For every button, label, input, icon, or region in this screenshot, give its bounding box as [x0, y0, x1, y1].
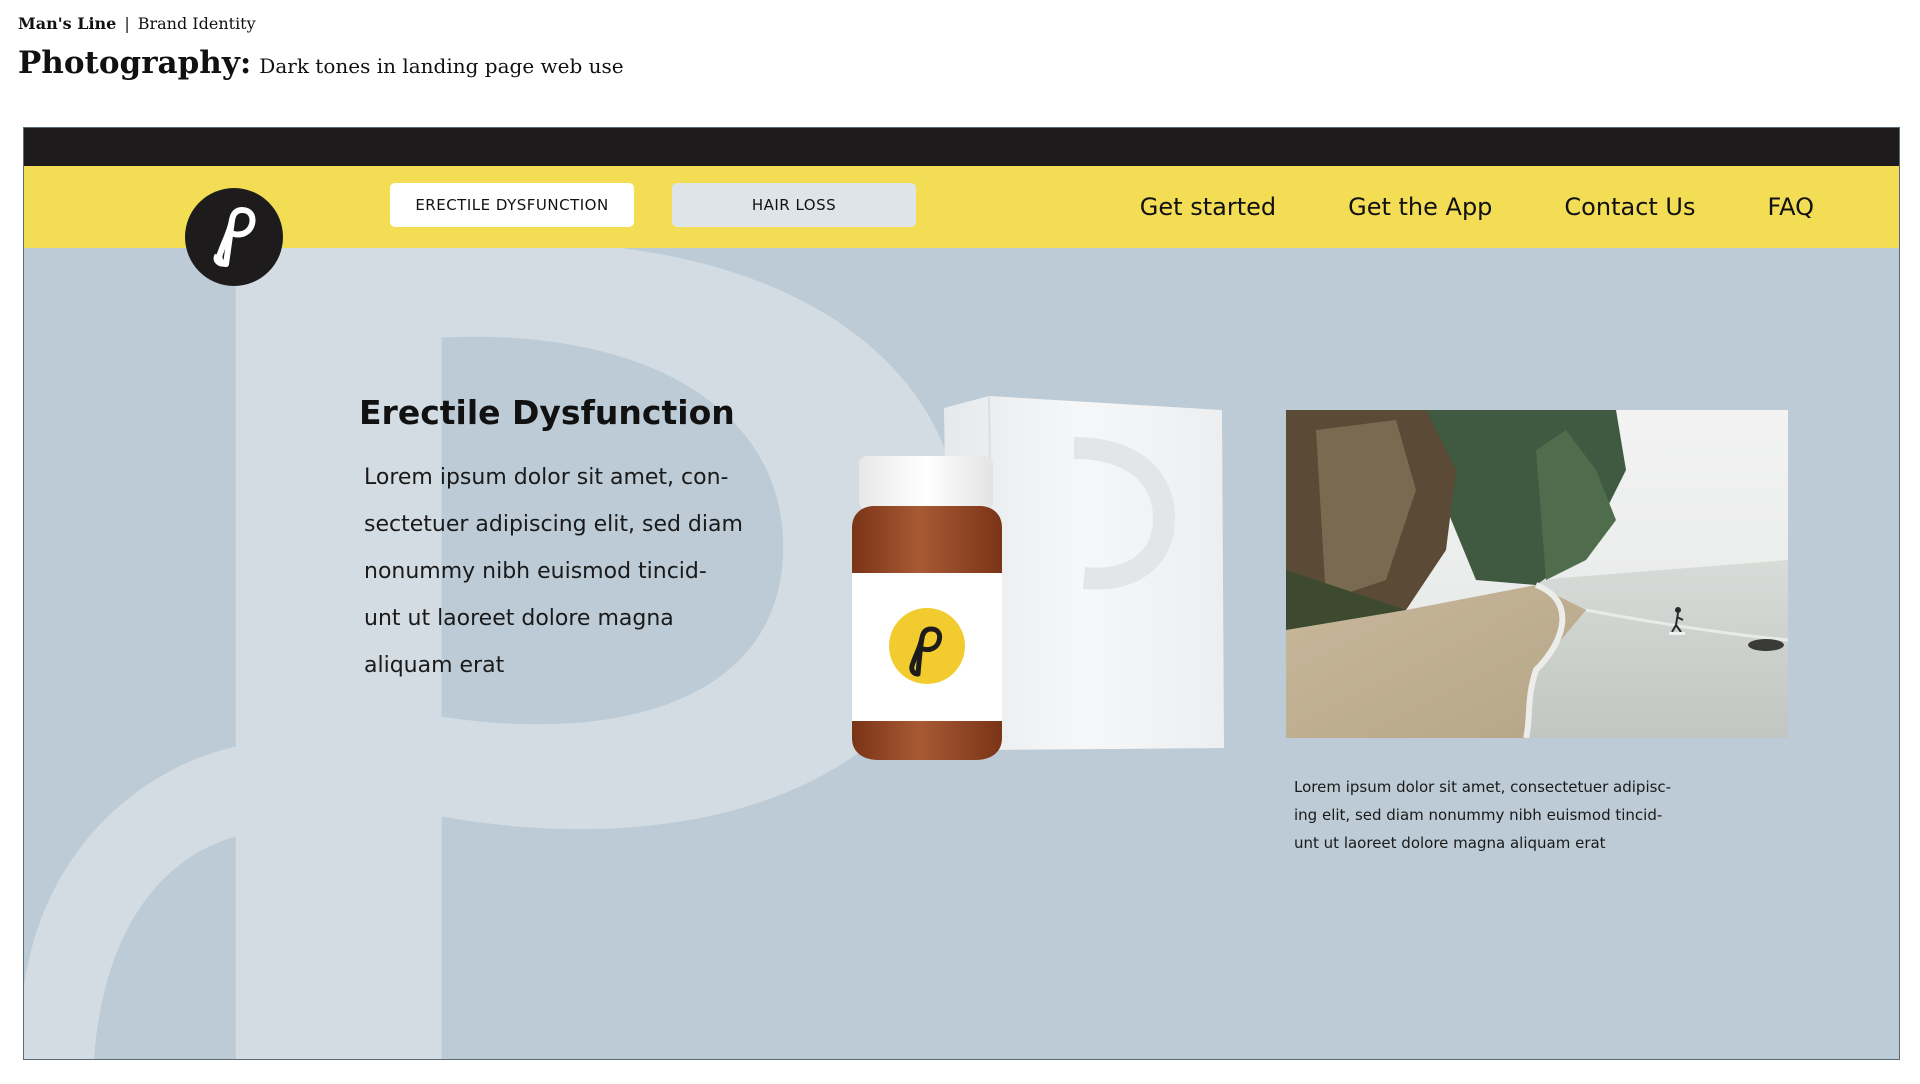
- p-monogram-icon: [213, 206, 256, 267]
- section-name: Brand Identity: [137, 14, 256, 33]
- logo[interactable]: [185, 188, 283, 286]
- photo-caption: Lorem ipsum dolor sit amet, consectetuer…: [1294, 773, 1671, 857]
- photo-caption-line: ing elit, sed diam nonummy nibh euismod …: [1294, 806, 1663, 824]
- hero-body-line: sectetuer adipiscing elit, sed diam: [364, 512, 743, 537]
- top-black-bar: [24, 128, 1899, 166]
- board-subheading: Dark tones in landing page web use: [259, 54, 624, 78]
- nav-link-get-started[interactable]: Get started: [1140, 193, 1276, 221]
- board-heading: Photography:: [18, 45, 252, 81]
- hero-body-line: nonummy nibh euismod tincid-: [364, 559, 707, 584]
- board-meta: Man's Line | Brand Identity: [18, 14, 624, 33]
- hero-body-line: Lorem ipsum dolor sit amet, con-: [364, 465, 729, 490]
- board-header: Man's Line | Brand Identity Photography:…: [18, 14, 624, 81]
- nav-link-get-the-app[interactable]: Get the App: [1348, 193, 1492, 221]
- nav-link-contact-us[interactable]: Contact Us: [1564, 193, 1695, 221]
- landing-page-mockup: ERECTILE DYSFUNCTION HAIR LOSS Get start…: [23, 127, 1900, 1060]
- hero-title: Erectile Dysfunction: [359, 393, 735, 432]
- product-illustration: [852, 395, 1224, 760]
- tab-hair-loss[interactable]: HAIR LOSS: [672, 183, 916, 227]
- nav-link-faq[interactable]: FAQ: [1768, 193, 1815, 221]
- meta-separator: |: [124, 14, 130, 33]
- photo-caption-line: Lorem ipsum dolor sit amet, consectetuer…: [1294, 778, 1672, 796]
- beach-photo: [1286, 410, 1788, 738]
- hero-body-line: aliquam erat: [364, 653, 505, 678]
- nav-links: Get started Get the App Contact Us FAQ: [1140, 166, 1814, 248]
- board-title: Photography: Dark tones in landing page …: [18, 45, 624, 81]
- brand-name: Man's Line: [18, 14, 117, 33]
- tab-erectile-dysfunction[interactable]: ERECTILE DYSFUNCTION: [390, 183, 634, 227]
- hero-body: Lorem ipsum dolor sit amet, con- sectetu…: [364, 454, 743, 689]
- hero-body-line: unt ut laoreet dolore magna: [364, 606, 674, 631]
- pill-bottle: [852, 456, 1002, 760]
- photo-caption-line: unt ut laoreet dolore magna aliquam erat: [1294, 834, 1606, 852]
